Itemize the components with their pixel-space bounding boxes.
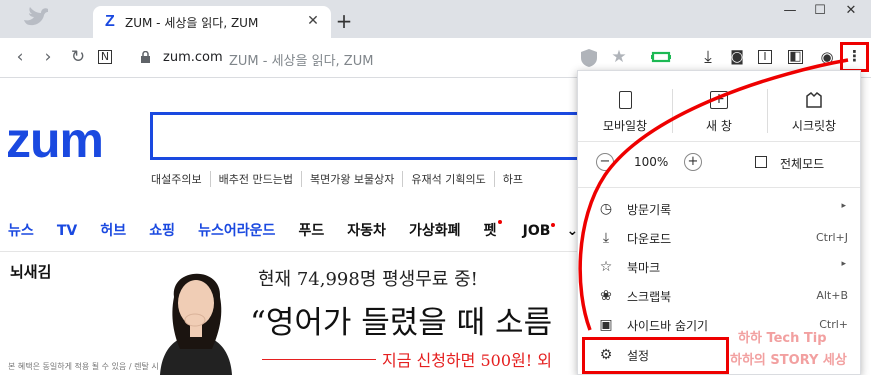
new-tab-button[interactable]: + xyxy=(334,11,354,31)
camera-icon[interactable]: ◙ xyxy=(727,47,747,67)
ad-section-title: 뇌새김 xyxy=(10,263,52,281)
nav-pet-label: 펫 xyxy=(483,223,497,239)
nav-job[interactable]: JOB xyxy=(523,223,556,239)
divider xyxy=(0,251,580,252)
download-icon[interactable]: ⤓ xyxy=(698,47,718,67)
sidebar-icon: ▣ xyxy=(599,317,613,333)
ad-banner[interactable]: 뇌새김 현재 74,998명 평생무료 중! “영어가 들렸을 때 소름 지금 … xyxy=(0,257,580,375)
watermark-line-2: 하하의 STORY 세상 xyxy=(730,353,847,368)
shield-icon[interactable] xyxy=(580,48,598,68)
url-host: zum.com xyxy=(163,50,223,65)
tab-zum[interactable]: Z ZUM - 세상을 읽다, ZUM ✕ xyxy=(93,6,331,38)
url-page-title: ZUM - 세상을 읽다, ZUM xyxy=(229,54,374,69)
ad-headline: “영어가 들렸을 때 소름 xyxy=(250,305,553,341)
quick-links: 대설주의보 배추전 만드는법 복면가왕 보물상자 유재석 기획의도 하프 xyxy=(151,168,539,187)
submenu-arrow-icon: ▸ xyxy=(841,201,846,211)
menu-icon[interactable]: ⋮ xyxy=(840,42,869,72)
tab-bar: Z ZUM - 세상을 읽다, ZUM ✕ + — ☐ ✕ xyxy=(0,0,871,38)
menu-item-history[interactable]: ◷ 방문기록 ▸ xyxy=(578,195,860,223)
secret-icon xyxy=(806,92,822,108)
close-window-button[interactable]: ✕ xyxy=(836,2,866,20)
back-icon[interactable]: ‹ xyxy=(10,47,30,67)
minimize-button[interactable]: — xyxy=(775,2,805,20)
zum-logo[interactable]: zum xyxy=(6,111,104,169)
ad-footnote: 본 혜택은 동일하게 적용 될 수 있음 / 렌탈 시 xyxy=(8,362,159,371)
search-input[interactable] xyxy=(150,112,610,160)
nav-food[interactable]: 푸드 xyxy=(298,220,324,240)
settings-highlight-box xyxy=(582,337,729,374)
fullscreen-icon[interactable] xyxy=(755,156,767,168)
new-window-icon: + xyxy=(710,91,728,109)
ad-offer: 지금 신청하면 500원! 외 xyxy=(382,351,552,370)
nav-tv[interactable]: TV xyxy=(57,223,77,239)
mobile-icon xyxy=(619,91,632,109)
zoom-out-button[interactable]: − xyxy=(596,153,614,171)
star-icon[interactable]: ★ xyxy=(609,47,629,67)
nav-crypto[interactable]: 가상화폐 xyxy=(409,220,461,240)
category-nav: 뉴스 TV 허브 쇼핑 뉴스어라운드 푸드 자동차 가상화폐 펫 JOB ⌄ xyxy=(8,220,596,240)
bookmark-icon: ☆ xyxy=(599,259,613,275)
new-window-label: 새 창 xyxy=(706,119,732,133)
quick-link[interactable]: 복면가왕 보물상자 xyxy=(310,171,404,187)
nav-hub[interactable]: 허브 xyxy=(100,220,126,240)
scrapbook-icon: ❀ xyxy=(600,288,612,304)
quick-link[interactable]: 유재석 기획의도 xyxy=(411,171,495,187)
tab-title: ZUM - 세상을 읽다, ZUM xyxy=(125,16,259,30)
mobile-window-button[interactable]: 모바일창 xyxy=(578,91,672,151)
fullscreen-button[interactable]: 전체모드 xyxy=(780,155,824,172)
menu-item-label: 스크랩북 xyxy=(627,290,672,304)
menu-item-scrapbook[interactable]: ❀ 스크랩북 Alt+B xyxy=(578,282,860,310)
submenu-arrow-icon: ▸ xyxy=(841,259,846,269)
browser-window: Z ZUM - 세상을 읽다, ZUM ✕ + — ☐ ✕ ‹ › ↻ N zu… xyxy=(0,0,871,375)
reload-icon[interactable]: ↻ xyxy=(68,47,88,67)
nav-news-around[interactable]: 뉴스어라운드 xyxy=(198,220,275,240)
extension-icon[interactable] xyxy=(651,50,671,64)
nav-pet[interactable]: 펫 xyxy=(484,220,502,240)
menu-item-label: 방문기록 xyxy=(627,203,672,217)
close-tab-icon[interactable]: ✕ xyxy=(304,12,322,30)
lock-icon xyxy=(141,51,150,63)
new-dot xyxy=(497,220,502,224)
bird-icon xyxy=(24,7,48,26)
menu-item-label: 북마크 xyxy=(627,261,661,275)
secret-window-label: 시크릿창 xyxy=(791,119,837,133)
ad-line-1: 현재 74,998명 평생무료 중! xyxy=(258,269,478,290)
reader-icon[interactable]: I xyxy=(758,50,772,64)
ad-red-rule xyxy=(262,359,376,360)
history-icon: ◷ xyxy=(599,201,613,217)
separator xyxy=(578,187,860,188)
n-icon[interactable]: N xyxy=(98,50,112,64)
zoom-level: 100% xyxy=(634,155,669,169)
quick-link[interactable]: 대설주의보 xyxy=(151,171,211,187)
menu-item-label: 다운로드 xyxy=(627,232,672,246)
shortcut-label: Alt+B xyxy=(816,289,848,302)
nav-news[interactable]: 뉴스 xyxy=(8,220,34,240)
new-dot xyxy=(551,223,556,227)
nav-shopping[interactable]: 쇼핑 xyxy=(149,220,175,240)
profile-icon[interactable]: ◉ xyxy=(817,47,837,67)
new-window-button[interactable]: + 새 창 xyxy=(672,91,766,151)
shortcut-label: Ctrl+J xyxy=(815,231,848,244)
sidebar-icon[interactable]: ◧ xyxy=(788,50,803,64)
quick-link[interactable]: 하프 xyxy=(503,171,531,187)
secret-window-button[interactable]: 시크릿창 xyxy=(767,91,861,151)
maximize-button[interactable]: ☐ xyxy=(805,2,835,20)
separator xyxy=(578,141,860,142)
mobile-window-label: 모바일창 xyxy=(602,119,648,133)
nav-job-label: JOB xyxy=(522,223,551,239)
download-icon: ⤓ xyxy=(602,230,610,246)
forward-icon[interactable]: › xyxy=(38,47,58,67)
menu-item-bookmarks[interactable]: ☆ 북마크 ▸ xyxy=(578,253,860,281)
ad-model-image xyxy=(140,257,252,375)
menu-item-label: 사이드바 숨기기 xyxy=(627,319,709,333)
nav-car[interactable]: 자동차 xyxy=(347,220,386,240)
zoom-in-button[interactable]: + xyxy=(684,153,702,171)
zum-favicon-icon: Z xyxy=(105,13,115,30)
quick-link[interactable]: 배추전 만드는법 xyxy=(219,171,302,187)
watermark-line-1: 하하 Tech Tip xyxy=(738,331,827,346)
menu-item-downloads[interactable]: ⤓ 다운로드 Ctrl+J xyxy=(578,224,860,252)
address-bar[interactable]: zum.com ZUM - 세상을 읽다, ZUM xyxy=(135,44,575,72)
